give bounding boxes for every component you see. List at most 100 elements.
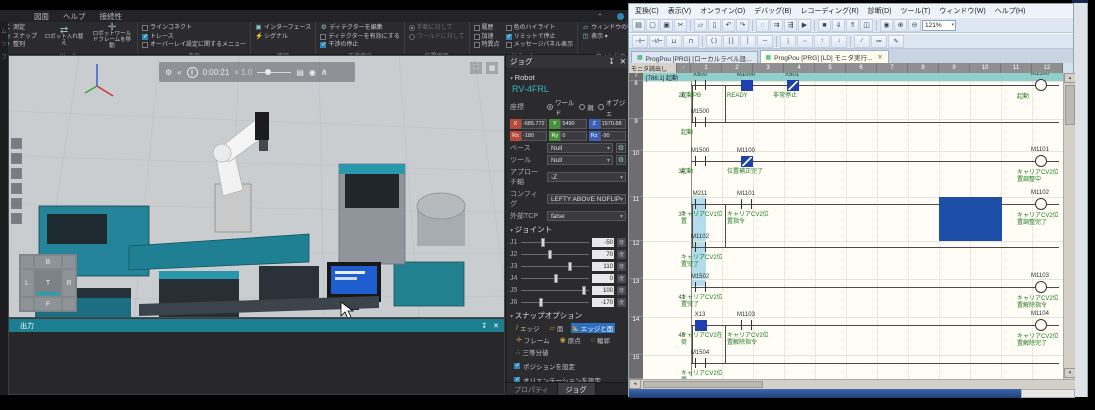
document-tab-1[interactable]: ▦ProgPou [PRG] [LD] モニタ実行...✕ bbox=[760, 50, 889, 63]
menu-tab-2[interactable]: 接続性 bbox=[100, 11, 123, 22]
ribbon-option[interactable]: リミットで停止 bbox=[506, 33, 574, 42]
snap-option-エッジ[interactable]: /エッジ bbox=[514, 323, 541, 333]
comment-icon[interactable]: ≔ bbox=[871, 35, 887, 48]
checkbox-icon[interactable] bbox=[506, 25, 512, 31]
zoom-in-icon[interactable]: ⊕ bbox=[894, 19, 907, 32]
viewport-tool-icon[interactable] bbox=[11, 198, 22, 209]
joint-value-field[interactable]: -50 bbox=[592, 238, 614, 247]
joint-slider-track[interactable] bbox=[521, 266, 589, 267]
ribbon-option[interactable]: 干渉の停止 bbox=[320, 41, 399, 50]
ladder-contact-M1101[interactable] bbox=[741, 199, 752, 209]
snap-option-原点[interactable]: ◉原点 bbox=[558, 335, 583, 345]
close-output-icon[interactable]: ✕ bbox=[493, 322, 499, 330]
coord-option[interactable]: 親 bbox=[579, 97, 594, 117]
field-gear-icon[interactable]: ⚙ bbox=[616, 143, 626, 153]
ribbon-button[interactable]: ⇄ロボット入れ替え bbox=[43, 24, 85, 50]
device-monitor-icon[interactable]: ◫ bbox=[860, 19, 873, 32]
jog-checkbox[interactable]: ポジションを設定 bbox=[514, 361, 626, 371]
snap-option-フレーム[interactable]: ✛フレーム bbox=[514, 335, 552, 345]
checkbox-icon[interactable] bbox=[474, 42, 480, 48]
plc-menu-4[interactable]: レコーディング(R) bbox=[801, 6, 859, 16]
vertical-line-icon[interactable]: │ bbox=[740, 35, 756, 48]
playbar-settings-icon[interactable]: ⚙ bbox=[165, 68, 172, 77]
collapse-ribbon-icon[interactable]: ⌃ bbox=[597, 12, 603, 21]
write-to-plc-icon[interactable]: ⇓ bbox=[832, 19, 845, 32]
open-contact-icon[interactable]: ⊣⊢ bbox=[632, 35, 648, 48]
convert-icon[interactable]: ⇉ bbox=[770, 19, 783, 32]
grid-toggle-icon[interactable]: ▦ bbox=[486, 62, 498, 74]
checkbox-icon[interactable] bbox=[514, 363, 520, 369]
checkbox-icon[interactable] bbox=[474, 34, 480, 40]
checkbox-icon[interactable] bbox=[142, 42, 148, 48]
playbar-record-icon[interactable]: ◉ bbox=[309, 68, 316, 77]
pose-value-field[interactable]: -180 bbox=[521, 131, 547, 141]
invert-result-icon[interactable]: ∕ bbox=[854, 35, 870, 48]
checkbox-icon[interactable] bbox=[506, 34, 512, 40]
panel-tab-プロパティ[interactable]: プロパティ bbox=[506, 383, 558, 395]
side-tab-strip[interactable]: ムツフ bbox=[0, 22, 8, 395]
checkbox-icon[interactable] bbox=[142, 34, 148, 40]
joint-slider-track[interactable] bbox=[521, 278, 589, 279]
snap-option-面[interactable]: ▱面 bbox=[547, 323, 565, 333]
pose-value-field[interactable]: 5490 bbox=[560, 119, 586, 129]
joint-slider-track[interactable] bbox=[521, 290, 589, 291]
hscroll-thumb[interactable] bbox=[643, 381, 763, 388]
scroll-up-icon[interactable]: ▴ bbox=[1064, 73, 1075, 83]
plc-menu-7[interactable]: ウィンドウ(W) bbox=[939, 6, 985, 16]
document-tab-0[interactable]: ▦ProgPou [PRG] [ローカルラベル設... bbox=[631, 51, 758, 63]
view-back[interactable]: B bbox=[34, 255, 62, 269]
coord-option[interactable]: オブジェ bbox=[598, 97, 626, 117]
checkbox-icon[interactable] bbox=[506, 42, 512, 48]
plc-menu-2[interactable]: オンライン(O) bbox=[700, 6, 745, 16]
robot-name[interactable]: RV-4FRL bbox=[512, 84, 626, 94]
コンフィグ-dropdown[interactable]: LEFTY ABOVE NOFLIP bbox=[547, 194, 626, 204]
ladder-contact-M1100[interactable] bbox=[741, 156, 753, 167]
ladder-contact-X501[interactable] bbox=[787, 80, 799, 91]
joint-slider-track[interactable] bbox=[521, 302, 589, 303]
copy-icon[interactable]: ▱ bbox=[694, 19, 707, 32]
ribbon-option[interactable]: ラインコネクト bbox=[142, 24, 246, 33]
scroll-down-icon[interactable]: ▾ bbox=[1064, 368, 1075, 378]
snap-option-エッジと面[interactable]: ◣エッジと面 bbox=[571, 323, 615, 333]
monitor-stop-icon[interactable]: ■ bbox=[818, 19, 831, 32]
pose-value-field[interactable]: -90 bbox=[600, 131, 626, 141]
find-icon[interactable]: ◌ bbox=[756, 19, 769, 32]
ladder-contact-M1103[interactable] bbox=[741, 320, 752, 330]
view-top[interactable]: T bbox=[34, 269, 62, 297]
joint-section-header[interactable]: ジョイント bbox=[510, 224, 626, 235]
plc-menu-1[interactable]: 表示(V) bbox=[668, 6, 691, 16]
paste-icon[interactable]: ▯ bbox=[708, 19, 721, 32]
slider-thumb[interactable] bbox=[541, 238, 545, 247]
redo-icon[interactable]: ↷ bbox=[736, 19, 749, 32]
application-instruction-icon[interactable]: [ ] bbox=[723, 35, 739, 48]
close-panel-icon[interactable]: ✕ bbox=[620, 57, 626, 66]
ladder-coil-M1103[interactable] bbox=[1035, 281, 1047, 293]
read-from-plc-icon[interactable]: ⇑ bbox=[846, 19, 859, 32]
close-branch-icon[interactable]: ⊓ bbox=[683, 35, 699, 48]
checkbox-icon[interactable] bbox=[142, 25, 148, 31]
ladder-coil-M1102[interactable] bbox=[1035, 198, 1047, 210]
viewport-tool-icon[interactable] bbox=[11, 138, 22, 149]
slider-thumb[interactable] bbox=[554, 274, 558, 283]
viewport-3d[interactable]: ⚙ « ∥ 0:00:21 × 1.0 ▤ ◉ ⋔ ⛶ ▦ B L T bbox=[8, 55, 505, 318]
vertical-scrollbar[interactable]: ▴▾ bbox=[1063, 73, 1075, 379]
view-right[interactable]: R bbox=[62, 269, 76, 297]
viewport-tool-icon[interactable] bbox=[11, 213, 22, 224]
close-contact-icon[interactable]: ⊣/⊢ bbox=[649, 35, 665, 48]
simulation-playbar[interactable]: ⚙ « ∥ 0:00:21 × 1.0 ▤ ◉ ⋔ bbox=[159, 62, 355, 82]
joint-value-field[interactable]: 70 bbox=[592, 250, 614, 259]
delete-vertical-icon[interactable]: ┆ bbox=[780, 35, 796, 48]
joint-value-field[interactable]: 110 bbox=[592, 262, 614, 271]
ladder-cursor-selection[interactable] bbox=[939, 197, 1002, 241]
外部TCP-dropdown[interactable]: false bbox=[547, 211, 626, 221]
playbar-rewind-icon[interactable]: « bbox=[177, 68, 181, 77]
ribbon-option[interactable]: 加速 bbox=[474, 33, 500, 42]
slider-thumb[interactable] bbox=[548, 250, 552, 259]
plc-menu-5[interactable]: 診断(D) bbox=[868, 6, 892, 16]
zoom-out-icon[interactable]: ⊖ bbox=[908, 19, 921, 32]
view-front[interactable]: F bbox=[34, 297, 62, 311]
plc-menu-0[interactable]: 変換(C) bbox=[635, 6, 659, 16]
joint-slider-track[interactable] bbox=[521, 254, 589, 255]
vscroll-thumb[interactable] bbox=[1065, 85, 1075, 125]
joint-value-field[interactable]: 100 bbox=[592, 286, 614, 295]
